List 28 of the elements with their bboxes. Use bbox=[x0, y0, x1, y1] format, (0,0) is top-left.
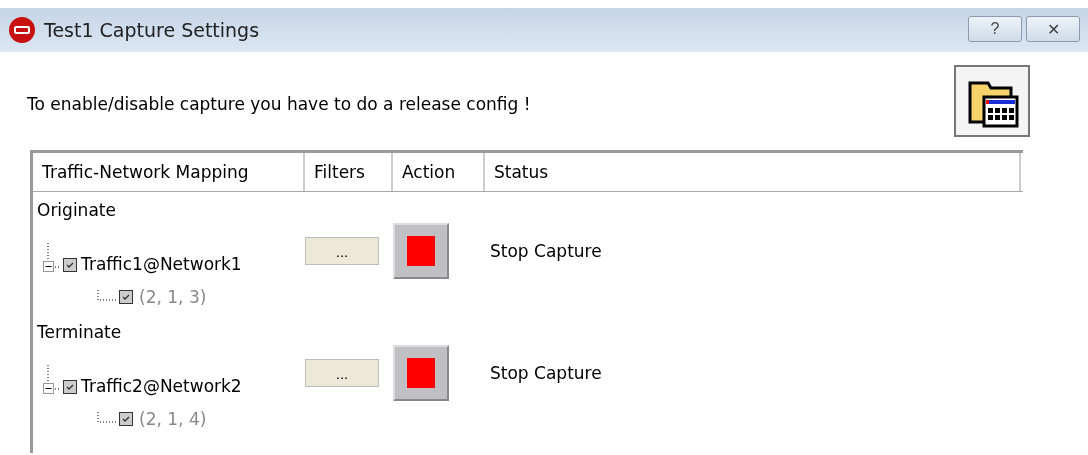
stop-capture-button[interactable] bbox=[393, 345, 449, 401]
group-label: Terminate bbox=[36, 321, 123, 344]
folder-calendar-button[interactable] bbox=[954, 65, 1030, 137]
collapse-toggle-icon[interactable] bbox=[43, 261, 54, 272]
stop-capture-button[interactable] bbox=[393, 223, 449, 279]
column-header[interactable]: Status bbox=[485, 153, 1021, 191]
column-header[interactable]: Action bbox=[393, 153, 485, 191]
tree-line-icon bbox=[47, 243, 49, 261]
tree-item-label[interactable]: Traffic1@Network1 bbox=[81, 254, 242, 274]
collapse-toggle-icon[interactable] bbox=[43, 383, 54, 394]
window-title: Test1 Capture Settings bbox=[44, 19, 260, 41]
tree-line-icon bbox=[97, 290, 117, 304]
filter-button[interactable]: ... bbox=[305, 237, 379, 265]
tree-line-icon bbox=[97, 412, 117, 426]
filter-button[interactable]: ... bbox=[305, 359, 379, 387]
tree-item-label[interactable]: Traffic2@Network2 bbox=[81, 376, 242, 396]
status-text: Stop Capture bbox=[489, 363, 602, 383]
status-text: Stop Capture bbox=[489, 241, 602, 261]
group-label: Originate bbox=[36, 199, 117, 222]
column-header[interactable]: Traffic-Network Mapping bbox=[33, 153, 305, 191]
close-button[interactable]: ✕ bbox=[1026, 16, 1080, 42]
notice-text: To enable/disable capture you have to do a release config ! bbox=[27, 94, 531, 114]
column-header[interactable]: Filters bbox=[305, 153, 393, 191]
app-logo-icon bbox=[8, 16, 36, 44]
tree-line-icon bbox=[47, 365, 49, 383]
checkbox[interactable] bbox=[63, 258, 77, 272]
help-button[interactable]: ? bbox=[968, 16, 1022, 42]
checkbox[interactable] bbox=[63, 380, 77, 394]
